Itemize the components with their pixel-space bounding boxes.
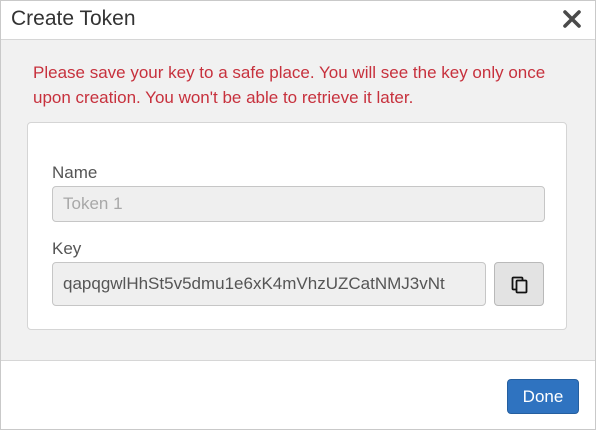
close-button[interactable] bbox=[561, 8, 583, 30]
dialog-header: Create Token bbox=[1, 1, 595, 40]
create-token-dialog: Create Token Please save your key to a s… bbox=[0, 0, 596, 430]
token-form-card: Name Key bbox=[27, 122, 567, 330]
close-icon bbox=[563, 10, 581, 28]
key-label: Key bbox=[52, 239, 82, 258]
key-input[interactable] bbox=[52, 262, 486, 306]
warning-message: Please save your key to a safe place. Yo… bbox=[33, 63, 546, 107]
dialog-body: Please save your key to a safe place. Yo… bbox=[1, 40, 595, 361]
copy-icon bbox=[511, 276, 528, 294]
copy-key-button[interactable] bbox=[494, 262, 544, 306]
name-label: Name bbox=[52, 163, 98, 182]
name-input[interactable] bbox=[52, 186, 545, 222]
dialog-title: Create Token bbox=[11, 7, 136, 30]
done-button[interactable]: Done bbox=[507, 379, 579, 414]
